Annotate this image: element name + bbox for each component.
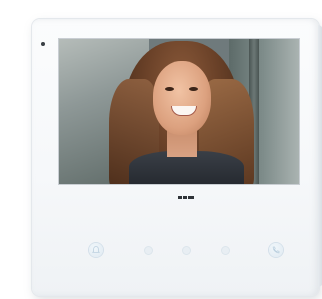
door-button[interactable] [222,247,229,254]
person-eye-left [165,87,174,91]
video-screen [59,39,299,184]
scene [0,0,322,299]
device-side-edge [318,25,322,287]
call-button[interactable] [269,243,283,257]
speaker-button[interactable] [183,247,190,254]
person-eye-right [189,87,198,91]
key-button[interactable] [145,247,152,254]
bell-button[interactable] [89,243,103,257]
person-face [153,61,211,135]
video-intercom-monitor [32,19,322,296]
status-led-icon [41,42,45,46]
brand-logo [178,195,194,200]
